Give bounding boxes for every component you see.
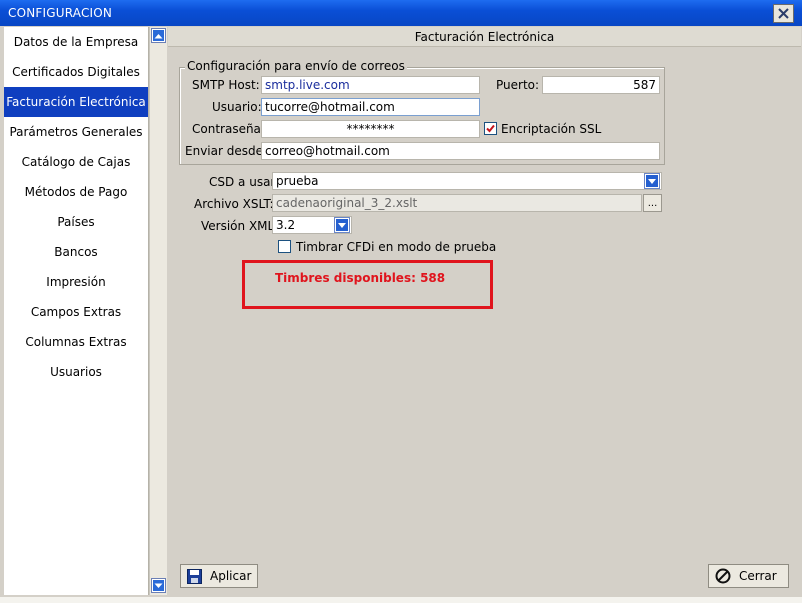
scroll-up-button[interactable]	[151, 28, 166, 43]
sidebar: Datos de la Empresa Certificados Digital…	[4, 27, 149, 595]
enviar-desde-input[interactable]: correo@hotmail.com	[261, 142, 660, 160]
csd-dropdown-button[interactable]	[644, 173, 660, 189]
contrasena-label: Contraseña:	[192, 122, 265, 136]
cerrar-label: Cerrar	[739, 569, 777, 583]
enviar-desde-label: Enviar desde:	[185, 144, 268, 158]
cancel-icon	[715, 568, 731, 584]
contrasena-input[interactable]: ********	[261, 120, 480, 138]
configuracion-window: CONFIGURACION Datos de la Empresa Certif…	[0, 0, 802, 603]
timbres-disponibles-text: Timbres disponibles: 588	[275, 271, 446, 285]
facturacion-panel: Facturación Electrónica Configuración pa…	[168, 27, 801, 597]
save-icon	[187, 568, 202, 584]
ssl-label: Encriptación SSL	[501, 122, 602, 136]
puerto-label: Puerto:	[496, 78, 540, 92]
sidebar-item-bancos[interactable]: Bancos	[4, 237, 148, 267]
version-dropdown-button[interactable]	[334, 217, 350, 233]
sidebar-item-label: Columnas Extras	[25, 335, 127, 349]
smtp-host-label: SMTP Host:	[192, 78, 260, 92]
sidebar-item-label: Facturación Electrónica	[6, 95, 146, 109]
csd-select[interactable]: prueba	[272, 172, 662, 190]
email-group-legend: Configuración para envío de correos	[185, 59, 407, 73]
version-xml-label: Versión XML:	[201, 219, 279, 233]
panel-title: Facturación Electrónica	[168, 27, 801, 47]
cerrar-button[interactable]: Cerrar	[708, 564, 789, 588]
puerto-input[interactable]: 587	[542, 76, 660, 94]
aplicar-label: Aplicar	[210, 569, 252, 583]
ssl-checkbox[interactable]	[484, 122, 497, 135]
sidebar-item-facturacion[interactable]: Facturación Electrónica	[4, 87, 148, 117]
timbrar-prueba-label: Timbrar CFDi en modo de prueba	[296, 240, 497, 254]
scroll-down-button[interactable]	[151, 578, 166, 593]
sidebar-item-label: Impresión	[46, 275, 106, 289]
sidebar-item-usuarios[interactable]: Usuarios	[4, 357, 148, 387]
sidebar-scrollbar[interactable]	[149, 27, 167, 595]
csd-label: CSD a usar:	[209, 175, 280, 189]
smtp-host-input[interactable]: smtp.live.com	[261, 76, 480, 94]
chevron-down-icon	[646, 175, 658, 187]
usuario-label: Usuario:	[212, 100, 262, 114]
sidebar-item-label: Certificados Digitales	[12, 65, 140, 79]
sidebar-item-campos-extras[interactable]: Campos Extras	[4, 297, 148, 327]
sidebar-item-datos-empresa[interactable]: Datos de la Empresa	[4, 27, 148, 57]
sidebar-item-cajas[interactable]: Catálogo de Cajas	[4, 147, 148, 177]
timbrar-prueba-checkbox[interactable]	[278, 240, 291, 253]
sidebar-item-certificados[interactable]: Certificados Digitales	[4, 57, 148, 87]
xslt-label: Archivo XSLT:	[194, 197, 274, 211]
chevron-up-icon	[153, 30, 164, 41]
sidebar-item-label: Parámetros Generales	[9, 125, 143, 139]
sidebar-item-label: Datos de la Empresa	[13, 35, 139, 49]
sidebar-item-label: Bancos	[54, 245, 98, 259]
sidebar-item-impresion[interactable]: Impresión	[4, 267, 148, 297]
xslt-input[interactable]: cadenaoriginal_3_2.xslt	[272, 194, 642, 212]
chevron-down-icon	[336, 219, 348, 231]
bottom-edge	[0, 597, 802, 603]
sidebar-item-label: Países	[57, 215, 95, 229]
dialog-body: Datos de la Empresa Certificados Digital…	[4, 27, 801, 597]
xslt-browse-button[interactable]: ...	[643, 194, 662, 212]
close-icon	[778, 8, 789, 19]
checkmark-icon	[486, 124, 495, 133]
sidebar-item-metodos-pago[interactable]: Métodos de Pago	[4, 177, 148, 207]
aplicar-button[interactable]: Aplicar	[180, 564, 258, 588]
chevron-down-icon	[153, 580, 164, 591]
usuario-input[interactable]: tucorre@hotmail.com	[261, 98, 480, 116]
sidebar-item-columnas-extras[interactable]: Columnas Extras	[4, 327, 148, 357]
title-bar[interactable]: CONFIGURACION	[0, 0, 802, 26]
sidebar-item-paises[interactable]: Países	[4, 207, 148, 237]
sidebar-item-label: Catálogo de Cajas	[21, 155, 131, 169]
sidebar-item-label: Usuarios	[50, 365, 102, 379]
sidebar-item-label: Campos Extras	[30, 305, 122, 319]
window-title: CONFIGURACION	[8, 6, 113, 20]
close-button[interactable]	[773, 4, 794, 23]
sidebar-item-parametros[interactable]: Parámetros Generales	[4, 117, 148, 147]
sidebar-item-label: Métodos de Pago	[24, 185, 128, 199]
